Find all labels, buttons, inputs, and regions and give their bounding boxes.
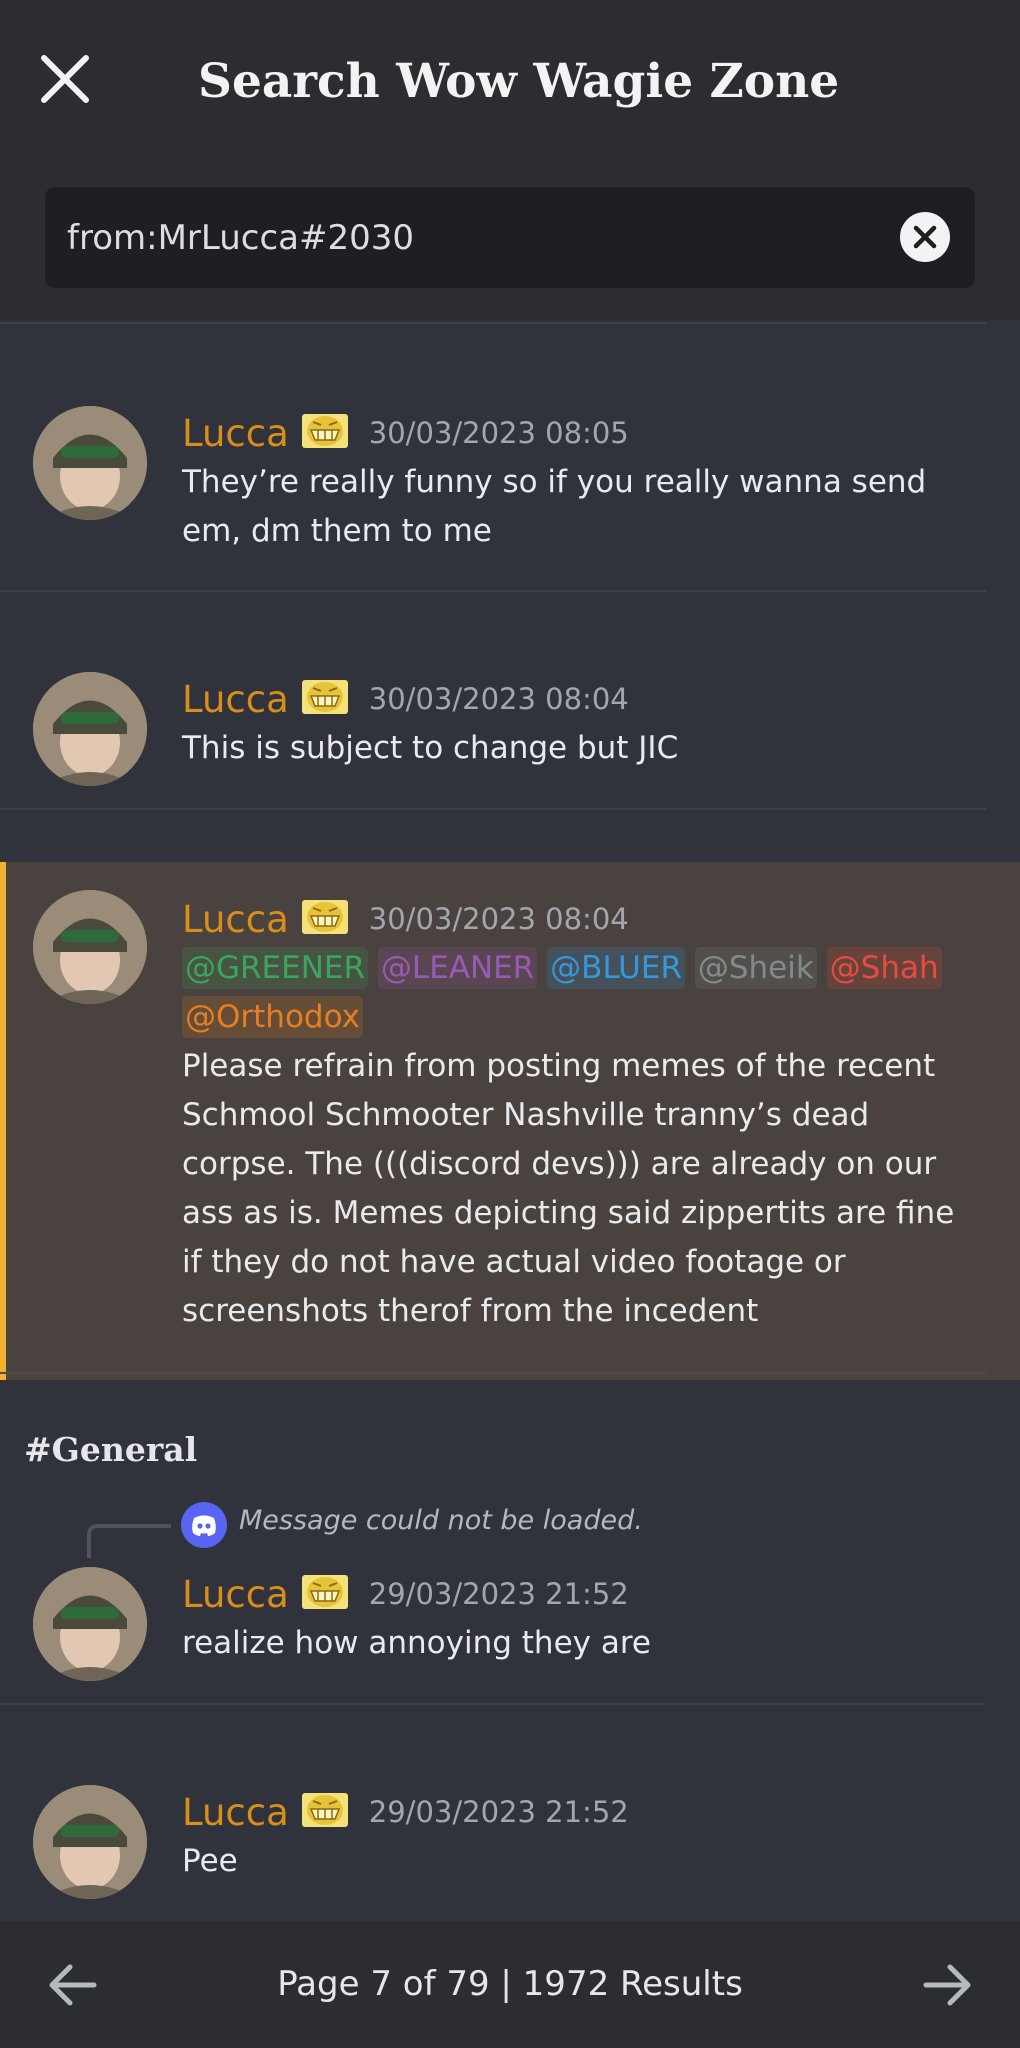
message-item[interactable]: Lucca 30/03/2023 08:05 They’re really fun… (0, 390, 1020, 590)
divider (0, 1372, 986, 1374)
avatar[interactable] (33, 1567, 147, 1681)
message-header: Lucca 29/03/2023 21:52 (182, 1569, 629, 1619)
pagination-footer: Page 7 of 79 | 1972 Results (0, 1921, 1020, 2048)
cheering-emote-icon (301, 1569, 349, 1619)
reply-connector-line (87, 1524, 171, 1558)
avatar[interactable] (33, 890, 147, 1004)
mention-orthodox[interactable]: @Orthodox (182, 996, 363, 1038)
message-content: Pee (182, 1843, 238, 1879)
clear-icon (913, 225, 937, 249)
mention-shah[interactable]: @Shah (826, 947, 942, 989)
author-name[interactable]: Lucca (182, 412, 289, 455)
close-icon (41, 55, 89, 103)
author-name[interactable]: Lucca (182, 1791, 289, 1834)
mention-list: @GREENER @LEANER @BLUER @Sheik @Shah @Or… (182, 944, 972, 1042)
highlight-accent-bar (0, 862, 6, 1380)
author-name[interactable]: Lucca (182, 1573, 289, 1616)
message-timestamp: 29/03/2023 21:52 (368, 1577, 629, 1611)
divider (0, 1703, 986, 1705)
channel-label[interactable]: #General (24, 1430, 197, 1469)
next-page-button[interactable] (914, 1953, 978, 2017)
cheering-emote-icon (301, 1787, 349, 1837)
cheering-emote-icon (301, 894, 349, 944)
message-header: Lucca 29/03/2023 21:52 (182, 1787, 629, 1837)
search-box (45, 187, 975, 288)
message-header: Lucca 30/03/2023 08:05 (182, 408, 629, 458)
cheering-emote-icon (301, 408, 349, 458)
message-content: realize how annoying they are (182, 1625, 651, 1661)
author-name[interactable]: Lucca (182, 898, 289, 941)
message-content: They’re really funny so if you really wa… (182, 464, 927, 549)
avatar[interactable] (33, 1785, 147, 1899)
message-body: Please refrain from posting memes of the… (182, 1048, 955, 1329)
author-name[interactable]: Lucca (182, 678, 289, 721)
prev-page-button[interactable] (42, 1953, 106, 2017)
search-clear-button[interactable] (900, 212, 950, 262)
message-content: @GREENER @LEANER @BLUER @Sheik @Shah @Or… (182, 944, 972, 1336)
message-item[interactable]: Lucca 29/03/2023 21:52 Pee (0, 1773, 1020, 1921)
reply-unavailable-text: Message could not be loaded. (239, 1505, 643, 1536)
discord-icon (181, 1502, 227, 1548)
divider (0, 808, 986, 810)
mention-greener[interactable]: @GREENER (182, 947, 369, 989)
arrow-right-icon (923, 1964, 971, 2006)
message-timestamp: 30/03/2023 08:04 (368, 902, 629, 936)
divider (0, 322, 986, 324)
message-item[interactable]: Lucca 29/03/2023 21:52 realize how annoyi… (0, 1555, 1020, 1705)
message-item-highlighted[interactable]: Lucca 30/03/2023 08:04 @GREENER @LEANER @… (0, 862, 1020, 1380)
message-header: Lucca 30/03/2023 08:04 (182, 894, 629, 944)
search-input[interactable] (67, 187, 867, 288)
message-timestamp: 30/03/2023 08:04 (368, 682, 629, 716)
message-content: This is subject to change but JIC (182, 730, 679, 766)
page-info: Page 7 of 79 | 1972 Results (277, 1964, 743, 2004)
avatar[interactable] (33, 672, 147, 786)
message-header: Lucca 30/03/2023 08:04 (182, 674, 629, 724)
mention-leaner[interactable]: @LEANER (377, 947, 538, 989)
close-button[interactable] (38, 52, 92, 106)
arrow-left-icon (49, 1964, 97, 2006)
cheering-emote-icon (301, 674, 349, 724)
message-timestamp: 29/03/2023 21:52 (368, 1795, 629, 1829)
mention-sheik[interactable]: @Sheik (694, 947, 817, 989)
message-timestamp: 30/03/2023 08:05 (368, 416, 629, 450)
search-header: Search Wow Wagie Zone (0, 0, 1020, 320)
page-title: Search Wow Wagie Zone (198, 54, 840, 109)
avatar[interactable] (33, 406, 147, 520)
divider (0, 590, 986, 592)
message-item[interactable]: Lucca 30/03/2023 08:04 This is subject to… (0, 660, 1020, 810)
mention-bluer[interactable]: @BLUER (547, 947, 685, 989)
